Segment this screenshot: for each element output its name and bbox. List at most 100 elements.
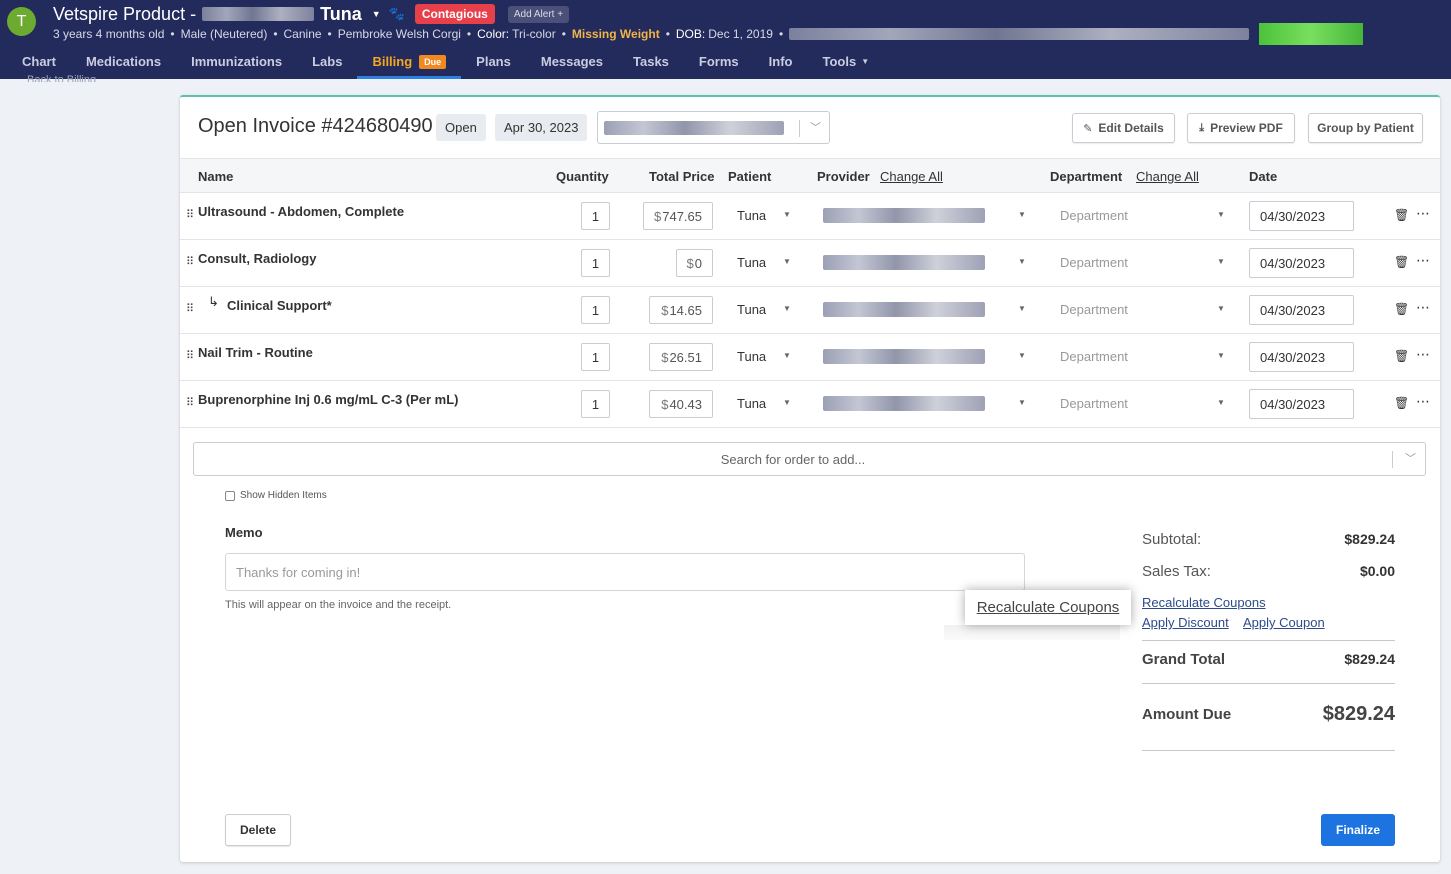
trash-icon[interactable]: 🗑 xyxy=(1394,396,1409,410)
order-search-input[interactable]: Search for order to add... xyxy=(194,452,1392,467)
more-options-icon[interactable]: ⋯ xyxy=(1416,299,1430,316)
patient-avatar[interactable]: T xyxy=(7,7,36,36)
finalize-invoice-button[interactable]: Finalize xyxy=(1321,814,1395,846)
chevron-down-icon[interactable]: ▼ xyxy=(1217,398,1225,407)
price-input[interactable]: $0 xyxy=(676,249,713,277)
drag-handle-icon[interactable]: ⠿ xyxy=(186,302,194,315)
department-select[interactable]: Department xyxy=(1060,302,1128,317)
chevron-down-icon[interactable]: ▼ xyxy=(1018,351,1026,360)
drag-handle-icon[interactable]: ⠿ xyxy=(186,208,194,221)
trash-icon[interactable]: 🗑 xyxy=(1394,208,1409,222)
chevron-down-icon[interactable]: ▼ xyxy=(1018,210,1026,219)
patient-select[interactable]: Tuna xyxy=(737,349,766,364)
chevron-down-icon[interactable]: ▼ xyxy=(783,257,791,266)
department-select[interactable]: Department xyxy=(1060,208,1128,223)
price-input[interactable]: $40.43 xyxy=(649,390,713,418)
more-options-icon[interactable]: ⋯ xyxy=(1416,393,1430,410)
chevron-down-icon[interactable]: ▼ xyxy=(783,210,791,219)
drag-handle-icon[interactable]: ⠿ xyxy=(186,349,194,362)
provider-change-all-link[interactable]: Change All xyxy=(880,169,943,184)
chevron-down-icon[interactable]: ▼ xyxy=(1217,351,1225,360)
tab-immunizations[interactable]: Immunizations xyxy=(176,44,297,79)
redacted-provider[interactable] xyxy=(823,302,985,317)
chevron-down-icon[interactable]: ﹀ xyxy=(810,119,821,135)
drag-handle-icon[interactable]: ⠿ xyxy=(186,396,194,409)
tab-plans[interactable]: Plans xyxy=(461,44,526,79)
quantity-input[interactable]: 1 xyxy=(581,390,610,418)
chevron-down-icon[interactable]: ▼ xyxy=(1217,304,1225,313)
redacted-provider[interactable] xyxy=(823,349,985,364)
patient-menu-caret-icon[interactable]: ▼ xyxy=(372,9,381,19)
date-input[interactable]: 04/30/2023 xyxy=(1249,389,1354,419)
department-change-all-link[interactable]: Change All xyxy=(1136,169,1199,184)
order-search-select[interactable]: Search for order to add... ﹀ xyxy=(193,442,1426,476)
recalculate-coupons-link[interactable]: Recalculate Coupons xyxy=(1142,595,1266,610)
redacted-provider[interactable] xyxy=(823,396,985,411)
patient-select[interactable]: Tuna xyxy=(737,302,766,317)
chevron-down-icon[interactable]: ▼ xyxy=(1018,257,1026,266)
price-input[interactable]: $747.65 xyxy=(643,202,713,230)
memo-help-text: This will appear on the invoice and the … xyxy=(225,599,452,611)
missing-weight-warning[interactable]: Missing Weight xyxy=(572,27,660,41)
chevron-down-icon[interactable]: ﹀ xyxy=(1405,450,1416,466)
preview-pdf-button[interactable]: ⤓ Preview PDF xyxy=(1187,113,1295,143)
tab-labs[interactable]: Labs xyxy=(297,44,357,79)
trash-icon[interactable]: 🗑 xyxy=(1394,255,1409,269)
quantity-input[interactable]: 1 xyxy=(581,249,610,277)
patient-select[interactable]: Tuna xyxy=(737,396,766,411)
edit-details-button[interactable]: ✎ Edit Details xyxy=(1072,113,1175,143)
billing-due-badge: Due xyxy=(419,54,447,69)
department-select[interactable]: Department xyxy=(1060,396,1128,411)
price-input[interactable]: $14.65 xyxy=(649,296,713,324)
chevron-down-icon[interactable]: ▼ xyxy=(1018,304,1026,313)
tab-forms[interactable]: Forms xyxy=(684,44,754,79)
back-to-billing-link[interactable]: Back to Billing xyxy=(27,74,96,82)
quantity-input[interactable]: 1 xyxy=(581,202,610,230)
date-input[interactable]: 04/30/2023 xyxy=(1249,342,1354,372)
patient-select[interactable]: Tuna xyxy=(737,208,766,223)
date-input[interactable]: 04/30/2023 xyxy=(1249,248,1354,278)
tab-tools[interactable]: Tools ▼ xyxy=(807,44,884,79)
patient-select[interactable]: Tuna xyxy=(737,255,766,270)
col-provider: Provider xyxy=(817,169,870,184)
group-by-patient-button[interactable]: Group by Patient xyxy=(1308,113,1423,143)
item-name: Ultrasound - Abdomen, Complete xyxy=(198,204,405,219)
chevron-down-icon[interactable]: ▼ xyxy=(783,304,791,313)
price-input[interactable]: $26.51 xyxy=(649,343,713,371)
apply-discount-link[interactable]: Apply Discount xyxy=(1142,615,1229,630)
chevron-down-icon[interactable]: ▼ xyxy=(783,398,791,407)
tab-messages[interactable]: Messages xyxy=(526,44,618,79)
more-options-icon[interactable]: ⋯ xyxy=(1416,252,1430,269)
delete-invoice-button[interactable]: Delete xyxy=(225,814,291,846)
chevron-down-icon[interactable]: ▼ xyxy=(1217,210,1225,219)
trash-icon[interactable]: 🗑 xyxy=(1394,349,1409,363)
chevron-down-icon[interactable]: ▼ xyxy=(783,351,791,360)
more-options-icon[interactable]: ⋯ xyxy=(1416,346,1430,363)
show-hidden-items-toggle[interactable]: Show Hidden Items xyxy=(225,490,327,501)
patient-name[interactable]: Tuna xyxy=(320,4,362,25)
redacted-provider[interactable] xyxy=(823,208,985,223)
memo-input[interactable]: Thanks for coming in! xyxy=(225,553,1025,591)
trash-icon[interactable]: 🗑 xyxy=(1394,302,1409,316)
drag-handle-icon[interactable]: ⠿ xyxy=(186,255,194,268)
department-select[interactable]: Department xyxy=(1060,255,1128,270)
redacted-provider[interactable] xyxy=(823,255,985,270)
quantity-input[interactable]: 1 xyxy=(581,296,610,324)
location-select[interactable]: ﹀ xyxy=(597,111,830,144)
more-options-icon[interactable]: ⋯ xyxy=(1416,205,1430,222)
show-hidden-checkbox[interactable] xyxy=(225,490,235,501)
contagious-badge[interactable]: Contagious xyxy=(414,4,495,24)
quantity-input[interactable]: 1 xyxy=(581,343,610,371)
tab-info[interactable]: Info xyxy=(754,44,808,79)
tab-billing[interactable]: Billing Due xyxy=(357,44,461,79)
department-select[interactable]: Department xyxy=(1060,349,1128,364)
chevron-down-icon[interactable]: ▼ xyxy=(1217,257,1225,266)
dob-label: DOB: xyxy=(675,27,706,41)
date-input[interactable]: 04/30/2023 xyxy=(1249,201,1354,231)
tab-tasks[interactable]: Tasks xyxy=(618,44,684,79)
chevron-down-icon[interactable]: ▼ xyxy=(1018,398,1026,407)
add-alert-button[interactable]: Add Alert + xyxy=(507,5,570,23)
apply-coupon-link[interactable]: Apply Coupon xyxy=(1243,615,1325,630)
date-input[interactable]: 04/30/2023 xyxy=(1249,295,1354,325)
chevron-down-icon: ▼ xyxy=(861,57,870,66)
